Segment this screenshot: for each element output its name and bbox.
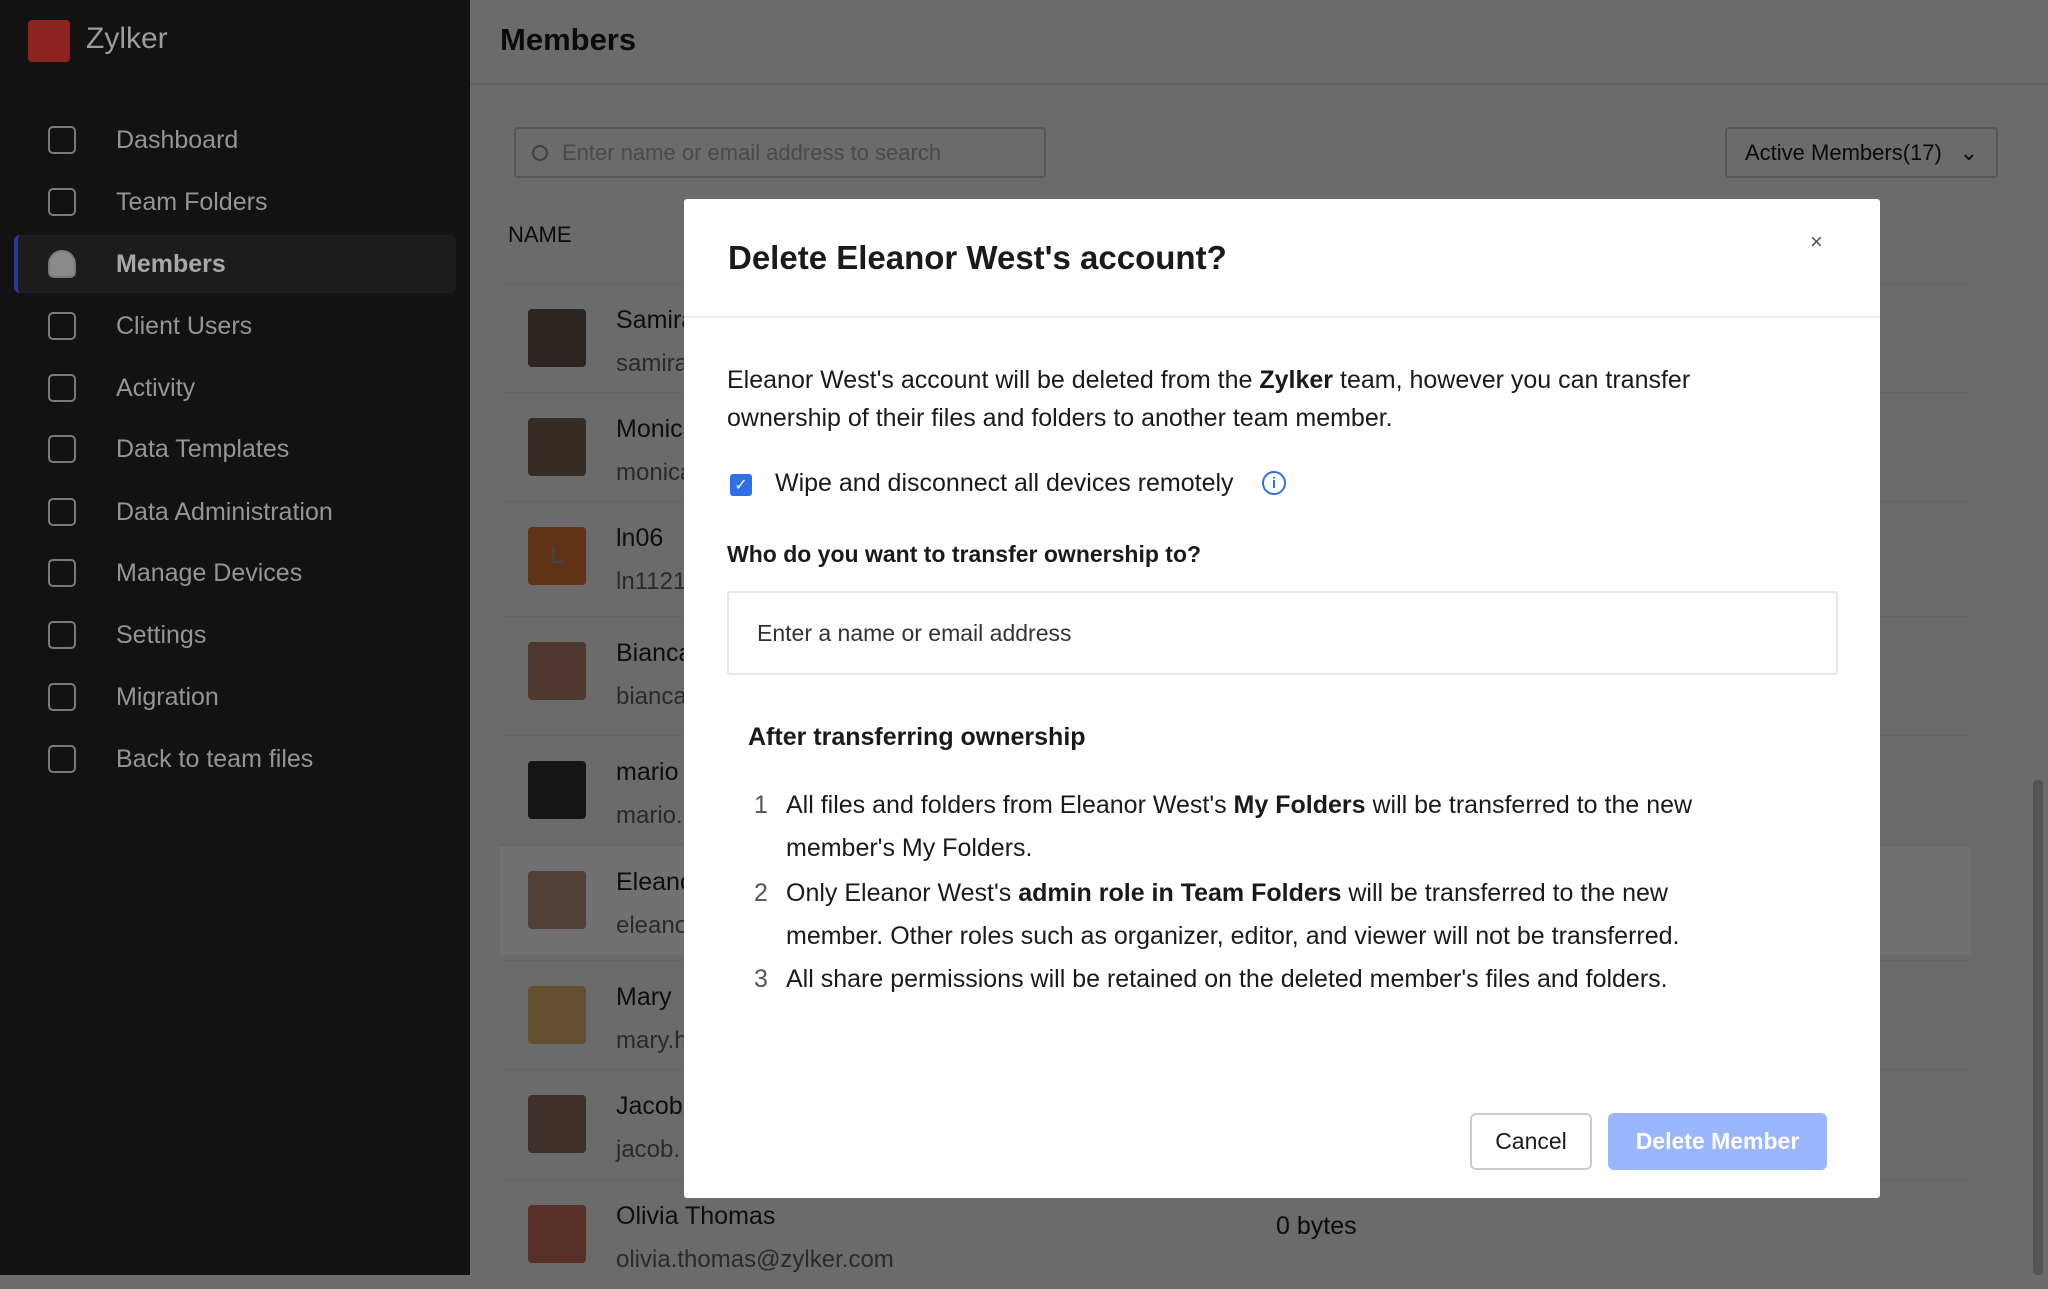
settings-icon xyxy=(48,621,76,649)
member-email: mario. xyxy=(616,802,683,829)
transfer-question: Who do you want to transfer ownership to… xyxy=(727,541,1202,567)
wipe-devices-label[interactable]: Wipe and disconnect all devices remotely xyxy=(775,469,1234,498)
sidebar-item-team-folders[interactable]: Team Folders xyxy=(14,173,456,231)
item-text: Only Eleanor West's xyxy=(786,879,1019,907)
sidebar-item-back-to-team-files[interactable]: Back to team files xyxy=(14,730,456,788)
members-icon xyxy=(48,250,76,278)
info-icon[interactable]: i xyxy=(1262,471,1286,495)
data-templates-icon xyxy=(48,435,76,463)
delete-member-button[interactable]: Delete Member xyxy=(1608,1113,1827,1170)
avatar: L xyxy=(528,527,586,585)
input-placeholder: Enter a name or email address xyxy=(757,619,1072,646)
close-icon[interactable]: × xyxy=(1810,229,1823,255)
avatar xyxy=(528,418,586,476)
sidebar-item-client-users[interactable]: Client Users xyxy=(14,297,456,355)
after-transfer-heading: After transferring ownership xyxy=(748,723,1086,751)
sidebar-item-settings[interactable]: Settings xyxy=(14,606,456,664)
sidebar-item-label: Data Administration xyxy=(116,497,333,526)
divider xyxy=(684,316,1880,318)
team-folders-icon xyxy=(48,188,76,216)
header: Members xyxy=(470,0,2048,85)
search-placeholder: Enter name or email address to search xyxy=(562,139,942,165)
item-number: 1 xyxy=(754,791,768,819)
sidebar-item-data-templates[interactable]: Data Templates xyxy=(14,420,456,478)
member-name: Mary xyxy=(616,983,672,1011)
sidebar-item-label: Migration xyxy=(116,682,219,711)
member-name: ln06 xyxy=(616,524,664,552)
member-email: olivia.thomas@zylker.com xyxy=(616,1246,894,1273)
dashboard-icon xyxy=(48,126,76,154)
avatar xyxy=(528,309,586,367)
sidebar-item-label: Client Users xyxy=(116,311,253,340)
chevron-down-icon: ⌄ xyxy=(1959,139,1978,165)
avatar xyxy=(528,761,586,819)
sidebar-item-data-administration[interactable]: Data Administration xyxy=(14,483,456,541)
avatar-initial: L xyxy=(550,542,564,569)
sidebar-item-label: Manage Devices xyxy=(116,558,303,587)
sidebar-item-dashboard[interactable]: Dashboard xyxy=(14,111,456,169)
search-icon xyxy=(532,144,548,161)
data-administration-icon xyxy=(48,498,76,526)
wipe-devices-checkbox[interactable]: ✓ xyxy=(730,474,752,496)
sidebar-item-label: Data Templates xyxy=(116,434,290,463)
desc-text: Eleanor West's account will be deleted f… xyxy=(727,366,1260,394)
transfer-info-item: 1 All files and folders from Eleanor West… xyxy=(754,784,1754,870)
cancel-button[interactable]: Cancel xyxy=(1470,1113,1592,1170)
sidebar-item-label: Team Folders xyxy=(116,187,268,216)
member-filter-dropdown[interactable]: Active Members(17) ⌄ xyxy=(1725,127,1998,178)
transfer-owner-input[interactable]: Enter a name or email address xyxy=(727,591,1838,675)
team-name: Zylker xyxy=(1259,366,1334,394)
search-input[interactable]: Enter name or email address to search xyxy=(514,127,1046,178)
dialog-title: Delete Eleanor West's account? xyxy=(728,239,1227,276)
avatar xyxy=(528,642,586,700)
transfer-info-item: 2 Only Eleanor West's admin role in Team … xyxy=(754,872,1754,958)
member-email: jacob. xyxy=(616,1136,681,1163)
activity-icon xyxy=(48,374,76,402)
sidebar-item-label: Members xyxy=(116,249,226,278)
sidebar-item-migration[interactable]: Migration xyxy=(14,668,456,726)
member-email: monica xyxy=(616,459,694,486)
migration-icon xyxy=(48,683,76,711)
member-name: mario xyxy=(616,758,679,786)
sidebar-item-manage-devices[interactable]: Manage Devices xyxy=(14,544,456,602)
item-number: 2 xyxy=(754,879,768,907)
avatar xyxy=(528,871,586,929)
member-email: samira xyxy=(616,350,689,377)
client-users-icon xyxy=(48,312,76,340)
sidebar: Zylker Dashboard Team Folders Members Clien… xyxy=(0,0,470,1275)
filter-label: Active Members(17) xyxy=(1745,139,1942,165)
brand-name: Zylker xyxy=(86,22,168,55)
sidebar-item-label: Back to team files xyxy=(116,744,314,773)
zylker-logo xyxy=(28,20,70,62)
transfer-info-item: 3 All share permissions will be retained … xyxy=(754,958,1754,1001)
sidebar-item-activity[interactable]: Activity xyxy=(14,359,456,417)
item-emphasis: My Folders xyxy=(1233,791,1366,819)
member-email: bianca xyxy=(616,683,687,710)
avatar xyxy=(528,1205,586,1263)
item-emphasis: admin role in Team Folders xyxy=(1018,879,1342,907)
sidebar-item-label: Activity xyxy=(116,373,196,402)
sidebar-item-members[interactable]: Members xyxy=(14,235,456,293)
member-email: mary.h xyxy=(616,1027,688,1054)
delete-account-dialog: Delete Eleanor West's account? × Eleanor… xyxy=(684,199,1880,1198)
item-number: 3 xyxy=(754,965,768,993)
member-name: Bianca xyxy=(616,639,693,667)
page-title: Members xyxy=(500,22,637,57)
scrollbar[interactable] xyxy=(2033,780,2043,1275)
dialog-description: Eleanor West's account will be deleted f… xyxy=(727,361,1787,437)
back-to-team-files-icon xyxy=(48,745,76,773)
sidebar-item-label: Settings xyxy=(116,620,207,649)
item-text: All files and folders from Eleanor West'… xyxy=(786,791,1234,819)
name-column-header: NAME xyxy=(508,222,572,247)
avatar xyxy=(528,1095,586,1153)
item-text: All share permissions will be retained o… xyxy=(786,965,1668,993)
avatar xyxy=(528,986,586,1044)
manage-devices-icon xyxy=(48,559,76,587)
member-name: Olivia Thomas xyxy=(616,1202,776,1230)
storage-size: 0 bytes xyxy=(1276,1212,1357,1240)
member-name: Jacob xyxy=(616,1092,683,1120)
sidebar-item-label: Dashboard xyxy=(116,125,239,154)
